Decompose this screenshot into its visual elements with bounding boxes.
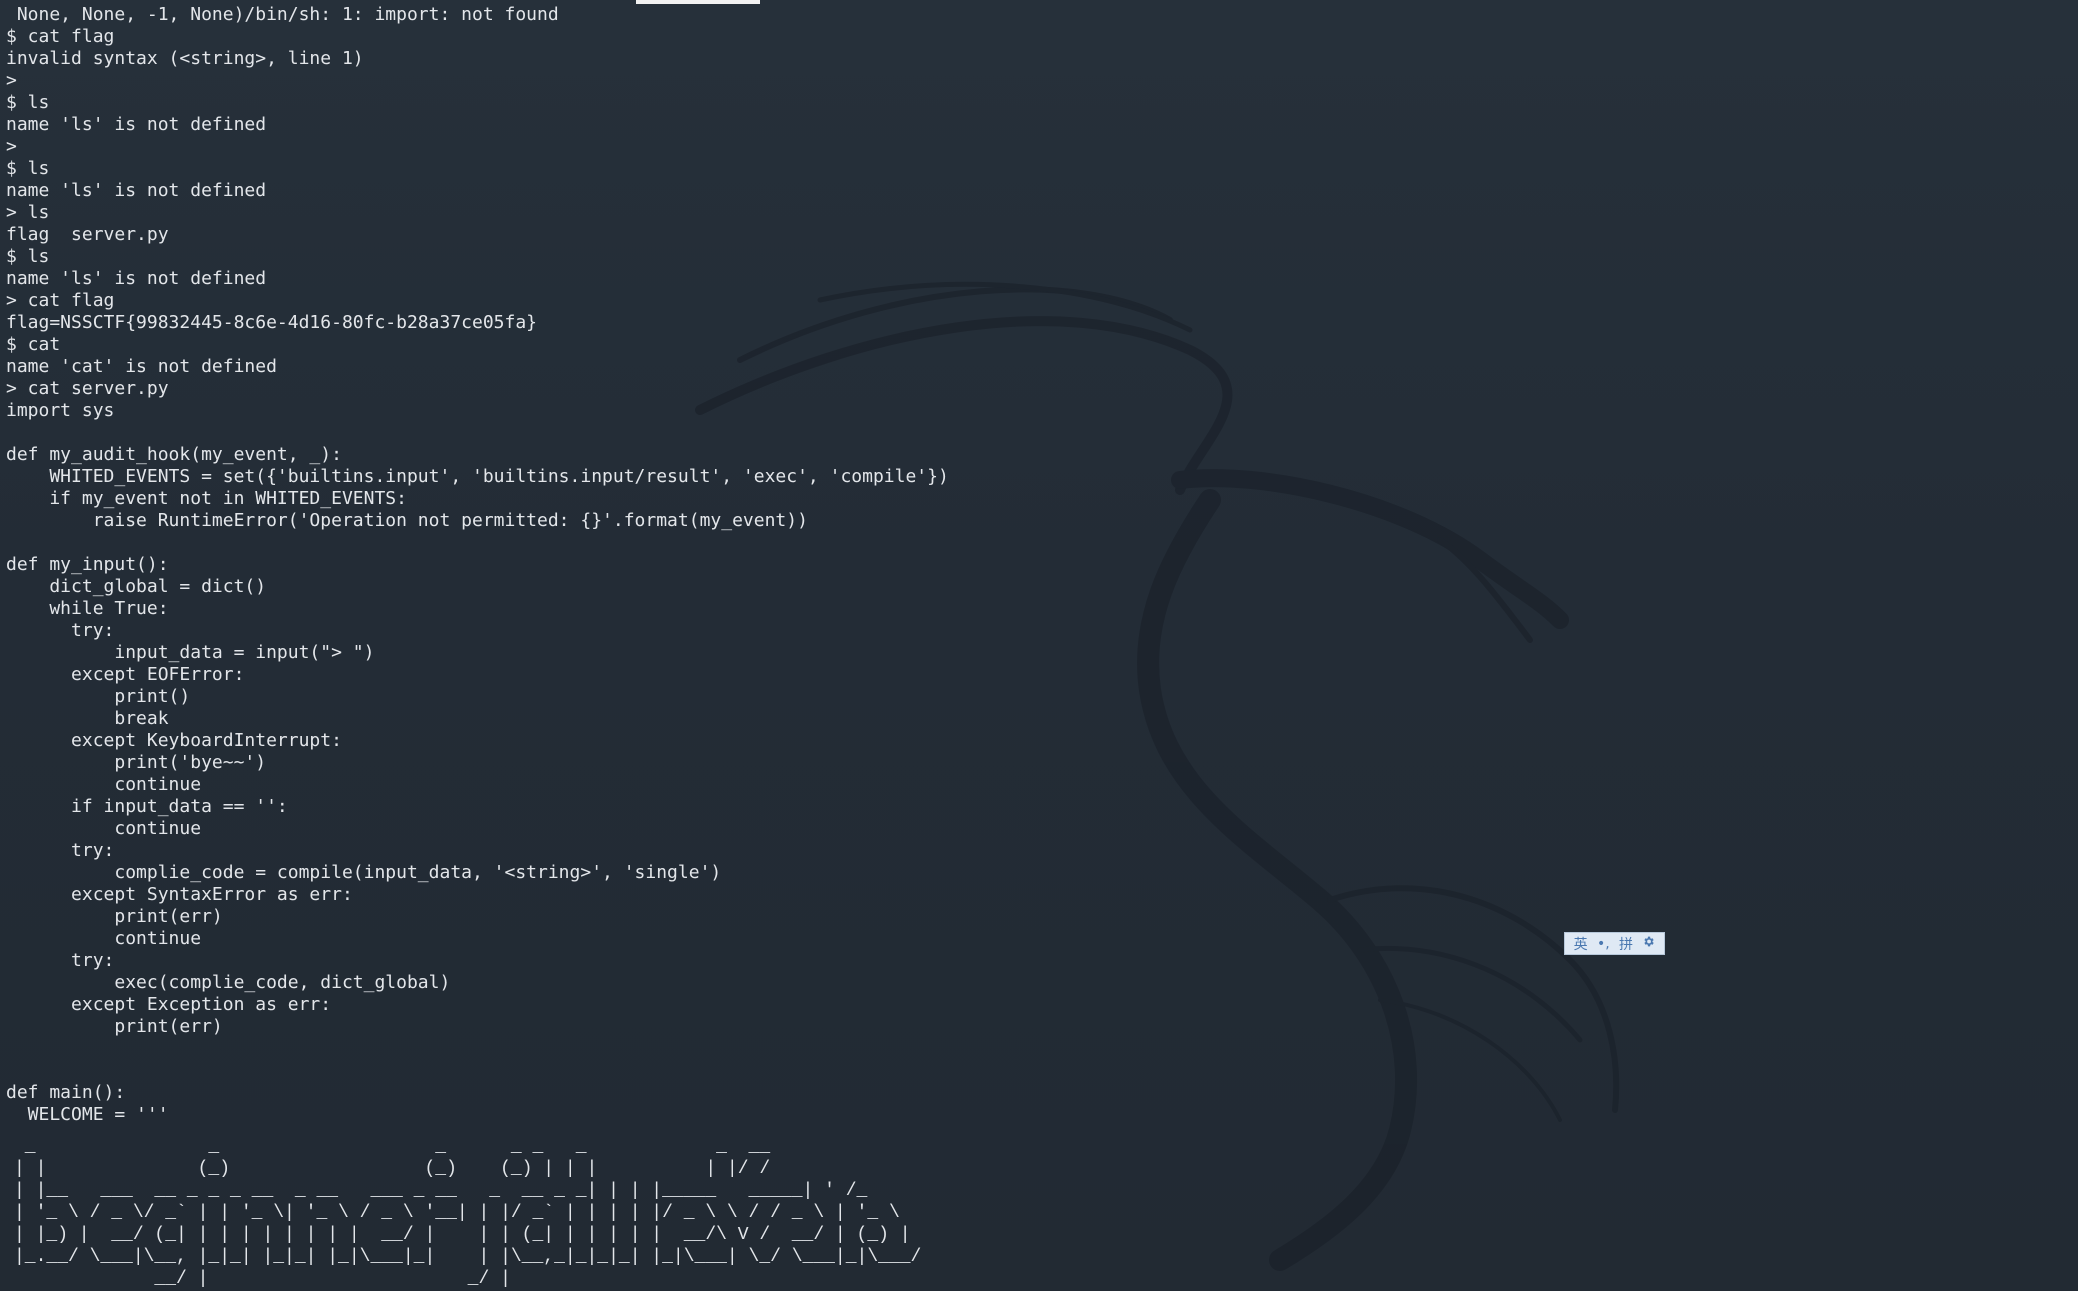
ascii-art-banner: _ _ _ _ _ _ _ __ | | (_) (_) (_) | | | | … — [14, 1136, 921, 1291]
terminal-line: dict_global = dict() — [6, 576, 267, 597]
terminal-line: > — [6, 136, 17, 157]
ascii-art-line: _ _ _ _ _ _ _ __ — [14, 1137, 771, 1157]
ime-punctuation-button[interactable]: •, — [1597, 936, 1610, 952]
terminal-line: $ ls — [6, 92, 50, 113]
terminal-line: $ cat — [6, 334, 61, 355]
terminal-line: $ ls — [6, 158, 50, 179]
terminal-line: name 'cat' is not defined — [6, 356, 277, 377]
terminal-line: flag server.py — [6, 224, 169, 245]
terminal-line: $ ls — [6, 246, 50, 267]
terminal-line: input_data = input("> ") — [6, 642, 375, 663]
terminal-line: print('bye~~') — [6, 752, 267, 773]
terminal-line: WELCOME = ''' — [6, 1104, 169, 1125]
ascii-art-line: |_.__/ \___|\__, |_|_| |_|_| |_|\___|_| … — [14, 1247, 922, 1267]
ime-toolbar[interactable]: 英 •, 拼 — [1564, 932, 1665, 955]
terminal-line: $ cat flag — [6, 26, 115, 47]
terminal-line: name 'ls' is not defined — [6, 180, 267, 201]
ascii-art-line: __/ | _/ | — [14, 1269, 511, 1289]
terminal-line: try: — [6, 840, 115, 861]
terminal-line: print(err) — [6, 1016, 223, 1037]
terminal-line: print(err) — [6, 906, 223, 927]
terminal-line: break — [6, 708, 169, 729]
terminal-line: except EOFError: — [6, 664, 245, 685]
terminal-line: if input_data == '': — [6, 796, 288, 817]
terminal-line: def my_audit_hook(my_event, _): — [6, 444, 342, 465]
terminal-output[interactable]: None, None, -1, None)/bin/sh: 1: import:… — [6, 4, 1106, 1126]
terminal-line: except KeyboardInterrupt: — [6, 730, 342, 751]
terminal-line: if my_event not in WHITED_EVENTS: — [6, 488, 407, 509]
ime-mode-button[interactable]: 拼 — [1619, 934, 1633, 954]
ime-language-button[interactable]: 英 — [1574, 934, 1588, 954]
terminal-line: import sys — [6, 400, 115, 421]
terminal-line: invalid syntax (<string>, line 1) — [6, 48, 364, 69]
terminal-line: def my_input(): — [6, 554, 169, 575]
gear-icon[interactable] — [1642, 935, 1655, 952]
terminal-line: > cat server.py — [6, 378, 169, 399]
ascii-art-line: | |__ ___ __ _ _ _ __ _ __ ___ _ __ _ __… — [14, 1181, 868, 1201]
terminal-line: flag=NSSCTF{99832445-8c6e-4d16-80fc-b28a… — [6, 312, 538, 333]
terminal-line: except Exception as err: — [6, 994, 332, 1015]
terminal-line: > cat flag — [6, 290, 115, 311]
terminal-line: continue — [6, 774, 202, 795]
ascii-art-line: | | (_) (_) (_) | | | | |/ / — [14, 1159, 771, 1179]
terminal-line: exec(complie_code, dict_global) — [6, 972, 451, 993]
terminal-line: while True: — [6, 598, 169, 619]
terminal-line: name 'ls' is not defined — [6, 114, 267, 135]
terminal-line: def main(): — [6, 1082, 126, 1103]
terminal-line: WHITED_EVENTS = set({'builtins.input', '… — [6, 466, 949, 487]
terminal-line: continue — [6, 928, 202, 949]
terminal-line: try: — [6, 950, 115, 971]
ascii-art-line: | '_ \ / _ \/ _` | | '_ \| '_ \ / _ \ '_… — [14, 1203, 900, 1223]
terminal-line: try: — [6, 620, 115, 641]
terminal-line: except SyntaxError as err: — [6, 884, 353, 905]
terminal-line: print() — [6, 686, 191, 707]
terminal-line: > — [6, 70, 17, 91]
terminal-line: > ls — [6, 202, 50, 223]
terminal-line: complie_code = compile(input_data, '<str… — [6, 862, 722, 883]
terminal-line: None, None, -1, None)/bin/sh: 1: import:… — [6, 4, 559, 25]
terminal-line: name 'ls' is not defined — [6, 268, 267, 289]
ascii-art-line: | |_) | __/ (_| | | | | | | | | __/ | | … — [14, 1225, 911, 1245]
terminal-line: continue — [6, 818, 202, 839]
terminal-line: raise RuntimeError('Operation not permit… — [6, 510, 808, 531]
